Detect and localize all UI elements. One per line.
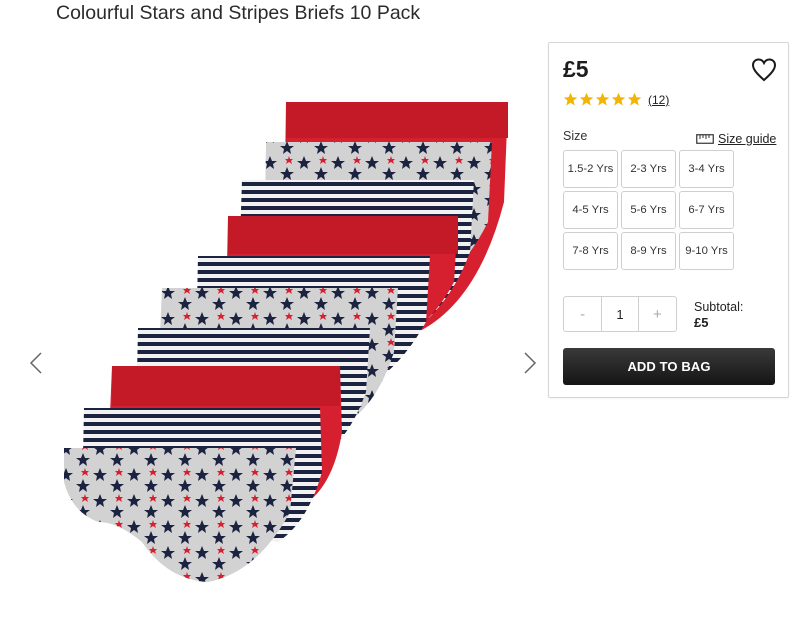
- quantity-input[interactable]: 1: [601, 297, 639, 331]
- product-price: £5: [563, 56, 589, 82]
- star-icon: [563, 92, 578, 106]
- chevron-right-icon: [524, 352, 537, 374]
- size-option[interactable]: 3-4 Yrs: [679, 150, 734, 188]
- subtotal-label: Subtotal:: [694, 300, 744, 314]
- quantity-increase-button[interactable]: +: [639, 297, 676, 331]
- gallery-prev-button[interactable]: [24, 348, 48, 378]
- size-options: 1.5-2 Yrs 2-3 Yrs 3-4 Yrs 4-5 Yrs 5-6 Yr…: [563, 150, 734, 270]
- star-icon: [579, 92, 594, 106]
- quantity-stepper: - 1 +: [563, 296, 677, 332]
- heart-icon: [751, 58, 777, 82]
- rating-stars: [563, 92, 642, 107]
- size-guide-link[interactable]: Size guide: [696, 132, 776, 146]
- size-option[interactable]: 8-9 Yrs: [621, 232, 676, 270]
- star-icon: [611, 92, 626, 106]
- size-option[interactable]: 7-8 Yrs: [563, 232, 618, 270]
- subtotal: Subtotal: £5: [694, 299, 743, 331]
- size-guide-label: Size guide: [718, 132, 777, 146]
- product-gallery: [0, 40, 545, 623]
- product-title: Colourful Stars and Stripes Briefs 10 Pa…: [56, 2, 421, 24]
- subtotal-amount: £5: [694, 315, 709, 330]
- size-option[interactable]: 6-7 Yrs: [679, 191, 734, 229]
- star-icon: [595, 92, 610, 106]
- review-count-link[interactable]: (12): [648, 93, 669, 107]
- size-option[interactable]: 9-10 Yrs: [679, 232, 734, 270]
- chevron-left-icon: [29, 352, 42, 374]
- star-icon: [627, 92, 642, 106]
- quantity-decrease-button[interactable]: -: [564, 297, 601, 331]
- size-option[interactable]: 2-3 Yrs: [621, 150, 676, 188]
- ruler-icon: [696, 134, 714, 144]
- product-rating: (12): [563, 92, 669, 107]
- size-label: Size: [563, 129, 588, 143]
- size-option[interactable]: 5-6 Yrs: [621, 191, 676, 229]
- add-to-bag-button[interactable]: ADD TO BAG: [563, 348, 775, 385]
- gallery-next-button[interactable]: [518, 348, 542, 378]
- wishlist-button[interactable]: [751, 58, 777, 82]
- size-option[interactable]: 4-5 Yrs: [563, 191, 618, 229]
- size-option[interactable]: 1.5-2 Yrs: [563, 150, 618, 188]
- product-image: [64, 102, 508, 582]
- purchase-panel: £5 (12) Size Size guide 1.5-2 Yrs 2-3 Yr…: [548, 42, 789, 398]
